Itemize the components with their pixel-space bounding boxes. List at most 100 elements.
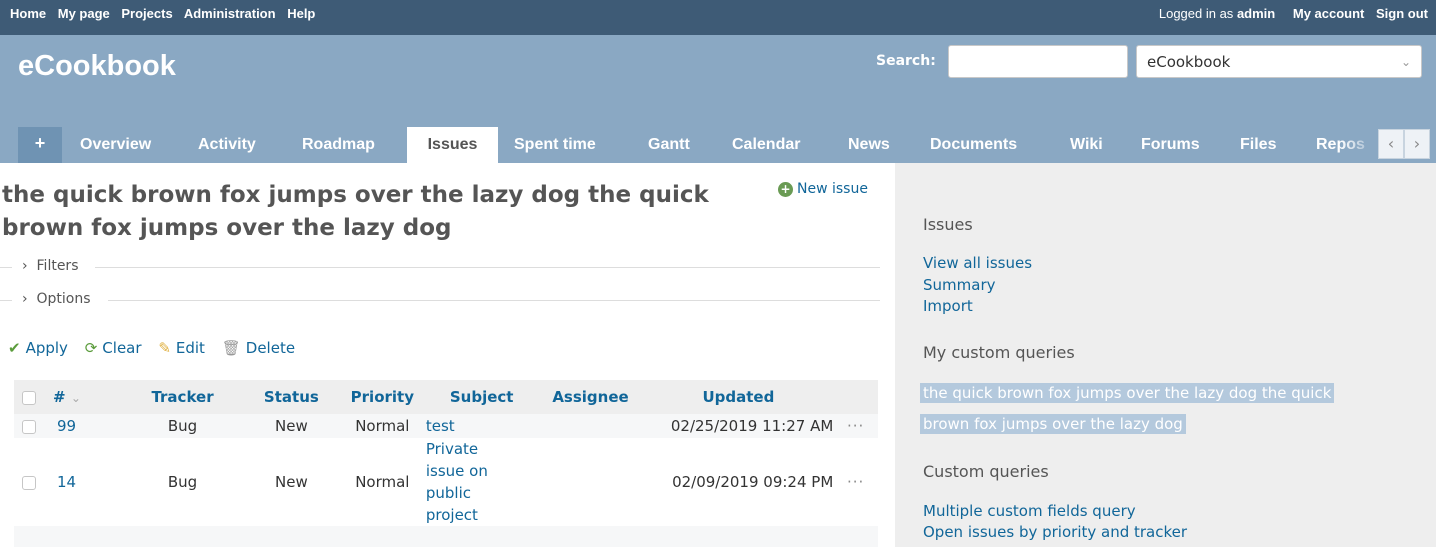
view-all-issues-link[interactable]: View all issues (923, 254, 1032, 272)
options-toggle[interactable]: › Options (0, 290, 880, 310)
sidebar: Issues View all issues Summary Import My… (895, 163, 1436, 547)
table-row[interactable]: 99 Bug New Normal test 02/25/2019 11:27 … (14, 414, 878, 438)
subject-line: issue on (425, 462, 488, 480)
logged-as-user[interactable]: admin (1237, 6, 1275, 21)
col-subject[interactable]: Subject (425, 380, 538, 414)
filters-toggle[interactable]: › Filters (0, 257, 880, 277)
col-tracker[interactable]: Tracker (121, 380, 244, 414)
col-updated[interactable]: Updated (643, 380, 834, 414)
new-issue-link[interactable]: + New issue (778, 181, 868, 197)
custom-query-link[interactable]: Open issues by priority and tracker (923, 523, 1187, 541)
col-id[interactable]: # ⌄ (43, 380, 122, 414)
issue-subject-link[interactable]: Private issue on public project (426, 438, 538, 526)
issue-tracker: Bug (121, 414, 244, 438)
apply-button[interactable]: ✔ Apply (8, 339, 68, 357)
tab-calendar[interactable]: Calendar (732, 127, 800, 163)
tab-roadmap[interactable]: Roadmap (302, 127, 375, 163)
new-object-button[interactable]: + (18, 127, 62, 163)
edit-button[interactable]: ✎ Edit (158, 339, 205, 357)
header: eCookbook Search: eCookbook ⌄ (0, 35, 1436, 127)
top-menu-help[interactable]: Help (287, 6, 315, 21)
divider (95, 267, 880, 268)
issue-updated: 02/25/2019 11:27 AM (643, 414, 834, 438)
tab-news[interactable]: News (848, 127, 890, 163)
col-status[interactable]: Status (243, 380, 339, 414)
issue-status: New (275, 473, 308, 491)
search-input[interactable] (948, 45, 1128, 78)
custom-query-link[interactable]: Multiple custom fields query (923, 502, 1136, 520)
tab-gantt[interactable]: Gantt (648, 127, 690, 163)
tab-forums[interactable]: Forums (1141, 127, 1200, 163)
top-menu: Home My page Projects Administration Hel… (0, 0, 1436, 35)
col-assignee[interactable]: Assignee (537, 380, 644, 414)
trash-icon: 🗑 (221, 339, 241, 357)
my-custom-query-link[interactable]: brown fox jumps over the lazy dog (920, 414, 1186, 434)
my-account-link[interactable]: My account (1293, 6, 1365, 21)
project-title[interactable]: eCookbook (18, 50, 176, 83)
scroll-right-icon[interactable]: › (1404, 129, 1430, 159)
issue-id-link[interactable]: 99 (43, 414, 122, 438)
main-menu: + Overview Activity Roadmap Issues Spent… (0, 127, 1436, 163)
checkmark-icon: ✔ (8, 339, 21, 357)
project-jump-select[interactable]: eCookbook ⌄ (1136, 45, 1422, 78)
issue-id-link[interactable]: 14 (43, 438, 121, 526)
row-checkbox-cell (14, 414, 44, 438)
pencil-icon: ✎ (158, 339, 171, 357)
logged-as: Logged in as admin (1145, 6, 1275, 21)
row-context-menu[interactable]: ··· (833, 438, 878, 526)
select-all-checkbox[interactable] (21, 390, 36, 405)
apply-label: Apply (25, 339, 68, 357)
top-menu-administration[interactable]: Administration (184, 6, 276, 21)
tab-overview[interactable]: Overview (80, 127, 151, 163)
options-label: › Options (22, 291, 91, 307)
tabs-fade (1340, 127, 1380, 163)
reload-icon: ⟳ (84, 339, 98, 357)
table-row[interactable]: 14 Bug New Normal Private issue on publi… (14, 438, 878, 526)
filters-text: Filters (36, 258, 79, 274)
tab-issues[interactable]: Issues (407, 127, 498, 163)
tab-spent-time[interactable]: Spent time (514, 127, 596, 163)
issues-table: # ⌄ Tracker Status Priority Subject Assi… (14, 380, 878, 547)
scroll-left-icon[interactable]: ‹ (1378, 129, 1404, 159)
table-row[interactable] (14, 526, 878, 547)
summary-link[interactable]: Summary (923, 276, 996, 294)
issue-priority: Normal (338, 414, 426, 438)
subject-line: Private (425, 440, 479, 458)
top-menu-home[interactable]: Home (10, 6, 46, 21)
subject-line: public (425, 484, 471, 502)
issue-assignee (537, 414, 644, 438)
page-title-line: the quick brown fox jumps over the lazy … (2, 182, 709, 208)
divider (0, 267, 12, 268)
add-icon: + (778, 182, 793, 197)
chevron-down-icon: ⌄ (1400, 55, 1411, 69)
project-jump-value: eCookbook (1147, 53, 1231, 71)
query-actions: ✔ Apply ⟳ Clear ✎ Edit 🗑 Delete (8, 339, 307, 357)
page-title-line: brown fox jumps over the lazy dog (2, 215, 452, 241)
tab-wiki[interactable]: Wiki (1070, 127, 1103, 163)
issue-subject-link[interactable]: test (425, 414, 538, 438)
row-checkbox[interactable] (21, 475, 36, 490)
chevron-right-icon: › (22, 258, 28, 274)
my-custom-query-link[interactable]: the quick brown fox jumps over the lazy … (920, 383, 1335, 403)
clear-button[interactable]: ⟳ Clear (85, 339, 142, 357)
top-menu-projects[interactable]: Projects (121, 6, 172, 21)
row-checkbox[interactable] (21, 419, 36, 434)
row-checkbox-cell (14, 438, 43, 526)
clear-label: Clear (102, 339, 142, 357)
row-context-menu[interactable]: ··· (833, 414, 878, 438)
issue-status: New (243, 414, 339, 438)
top-menu-right: Logged in as admin My account Sign out (1131, 6, 1428, 21)
delete-button[interactable]: 🗑 Delete (222, 339, 295, 357)
sign-out-link[interactable]: Sign out (1376, 6, 1428, 21)
col-priority[interactable]: Priority (338, 380, 426, 414)
subject-line: project (425, 506, 478, 524)
issue-priority: Normal (355, 473, 410, 491)
tab-documents[interactable]: Documents (930, 127, 1017, 163)
logged-as-prefix: Logged in as (1158, 6, 1234, 21)
top-menu-my-page[interactable]: My page (58, 6, 110, 21)
tab-activity[interactable]: Activity (198, 127, 256, 163)
import-link[interactable]: Import (923, 297, 973, 315)
edit-label: Edit (175, 339, 205, 357)
new-issue-label: New issue (797, 181, 868, 197)
tab-files[interactable]: Files (1240, 127, 1276, 163)
